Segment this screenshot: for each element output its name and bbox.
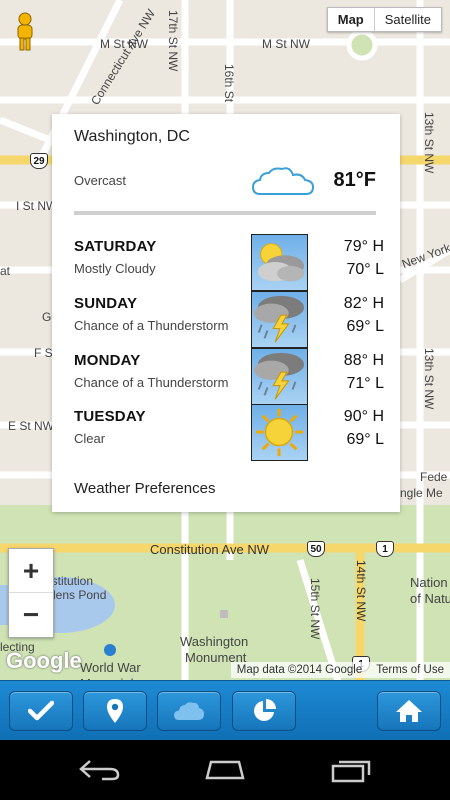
recent-apps-button[interactable] — [327, 754, 375, 786]
route-shield: 50 — [307, 541, 325, 557]
google-logo: Google — [6, 648, 82, 673]
street-label: M St NW — [262, 37, 310, 51]
street-label: 16th St — [222, 64, 236, 103]
divider — [74, 211, 376, 215]
forecast-row: SUNDAY Chance of a Thunderstorm 82° H 69… — [74, 291, 384, 348]
mostly-cloudy-icon — [251, 234, 308, 291]
street-label: 15th St NW — [308, 578, 322, 640]
forecast-high: 90° H — [343, 408, 384, 425]
forecast-description: Mostly Cloudy — [74, 261, 156, 276]
street-label: 13th St NW — [422, 112, 436, 174]
street-label: 14th St NW — [354, 560, 368, 622]
street-label: at — [0, 264, 11, 278]
back-button[interactable] — [76, 754, 124, 786]
thunderstorm-icon — [251, 348, 308, 405]
street-label: ngle Me — [400, 486, 443, 500]
location-title: Washington, DC — [74, 128, 190, 145]
map-type-map-button[interactable]: Map — [328, 8, 375, 31]
pie-chart-icon — [254, 699, 276, 721]
map-place-label: rdens Pond — [45, 588, 107, 602]
sunny-icon — [251, 404, 308, 461]
map-type-satellite-button[interactable]: Satellite — [375, 8, 441, 31]
forecast-description: Clear — [74, 431, 106, 446]
back-arrow-icon — [79, 760, 120, 781]
cloud-icon — [174, 702, 204, 720]
street-label: Constitution Ave NW — [150, 542, 269, 557]
forecast-day: TUESDAY — [74, 408, 146, 425]
home-nav-button[interactable] — [201, 754, 249, 786]
forecast-description: Chance of a Thunderstorm — [74, 318, 229, 333]
forecast-row: TUESDAY Clear 90° H 69° L — [74, 404, 384, 461]
zoom-control: + − — [8, 548, 54, 638]
check-icon — [28, 700, 54, 721]
thunderstorm-icon — [251, 291, 308, 348]
bottom-toolbar — [0, 680, 450, 740]
forecast-day: MONDAY — [74, 352, 141, 369]
map-place-label: of Natu — [410, 591, 450, 606]
forecast-row: SATURDAY Mostly Cloudy 79° H 70° L — [74, 234, 384, 291]
home-outline-icon — [205, 760, 245, 780]
forecast-low: 70° L — [346, 261, 384, 278]
current-condition: Overcast — [74, 173, 127, 188]
weather-card: Washington, DC Overcast 81°F SATURDAY Mo… — [52, 114, 400, 512]
street-label: 13th St NW — [422, 348, 436, 410]
forecast-low: 69° L — [346, 318, 384, 335]
zoom-out-button[interactable]: − — [9, 593, 53, 637]
terms-of-use-link[interactable]: Terms of Use — [376, 664, 444, 676]
home-icon — [396, 700, 422, 722]
zoom-in-button[interactable]: + — [9, 549, 53, 593]
recent-apps-icon — [331, 760, 371, 783]
location-pin-icon — [107, 699, 123, 723]
forecast-low: 71° L — [346, 375, 384, 392]
map-credits: Map data ©2014 Google Terms of Use — [230, 662, 450, 678]
weather-preferences-link[interactable]: Weather Preferences — [74, 480, 215, 497]
forecast-description: Chance of a Thunderstorm — [74, 375, 229, 390]
street-view-pegman-icon[interactable] — [12, 12, 38, 52]
forecast-high: 88° H — [343, 352, 384, 369]
forecast-day: SATURDAY — [74, 238, 157, 255]
map-data-attribution: Map data ©2014 Google — [236, 664, 363, 676]
system-navigation-bar — [0, 740, 450, 800]
forecast-row: MONDAY Chance of a Thunderstorm 88° H 71… — [74, 348, 384, 405]
check-button[interactable] — [9, 691, 73, 731]
street-label: E St NW — [8, 419, 55, 433]
chart-button[interactable] — [232, 691, 296, 731]
location-button[interactable] — [83, 691, 147, 731]
forecast-day: SUNDAY — [74, 295, 138, 312]
map-place-label: Washington — [180, 634, 249, 649]
route-shield: 29 — [30, 153, 48, 169]
map-type-control: Map Satellite — [326, 7, 442, 32]
map-place-label: World War — [80, 660, 141, 675]
route-shield: 1 — [376, 541, 394, 557]
forecast-low: 69° L — [346, 431, 384, 448]
street-label: 17th St NW — [166, 10, 180, 72]
weather-button[interactable] — [157, 691, 221, 731]
home-button[interactable] — [377, 691, 441, 731]
map-place-label: Nation — [410, 575, 448, 590]
forecast-high: 82° H — [343, 295, 384, 312]
current-temperature: 81°F — [333, 169, 376, 191]
street-label: Fede — [420, 470, 448, 484]
forecast-high: 79° H — [343, 238, 384, 255]
street-label: M St NW — [100, 37, 148, 51]
cloud-outline-icon — [252, 167, 314, 195]
